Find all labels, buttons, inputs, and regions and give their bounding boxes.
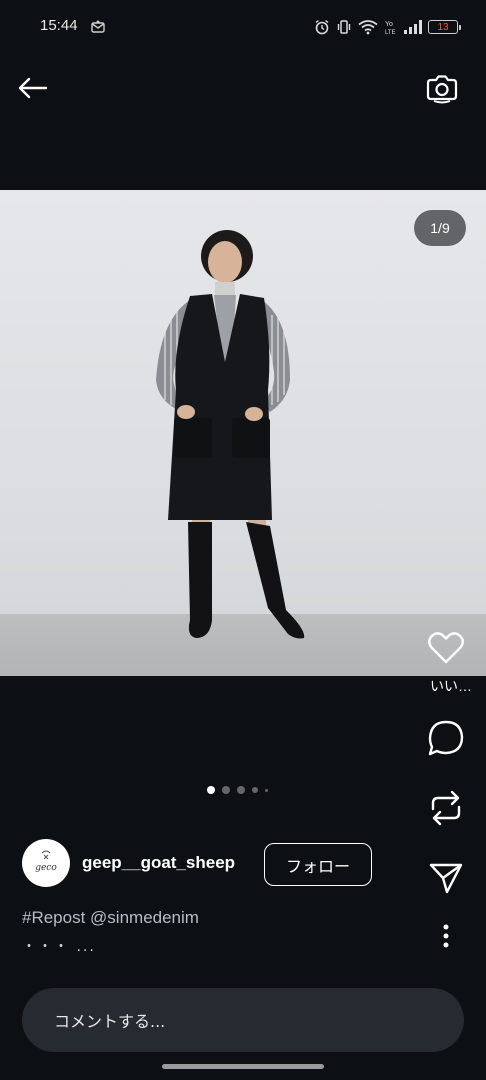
post-caption[interactable]: #Repost @sinmedenim bbox=[22, 908, 199, 928]
like-button[interactable] bbox=[424, 626, 468, 670]
arrow-left-icon bbox=[18, 77, 48, 99]
comment-input[interactable]: コメントする... bbox=[22, 988, 464, 1052]
battery-level: 13 bbox=[437, 21, 449, 33]
status-bar: 15:44 Yo LTE 13 bbox=[0, 0, 486, 56]
share-icon bbox=[429, 863, 463, 894]
more-vertical-icon bbox=[443, 924, 449, 948]
carousel-dot bbox=[222, 786, 230, 794]
camera-rotate-icon bbox=[426, 75, 458, 104]
author-username[interactable]: geep__goat_sheep bbox=[82, 853, 235, 873]
caption-more[interactable]: ・・・ ... bbox=[22, 936, 96, 956]
carousel-indicator bbox=[207, 785, 268, 795]
battery-icon: 13 bbox=[428, 20, 461, 34]
carousel-dot bbox=[265, 788, 268, 792]
alarm-icon bbox=[314, 19, 330, 35]
like-label[interactable]: いい… bbox=[430, 676, 472, 696]
avatar[interactable]: geco bbox=[22, 839, 70, 887]
repost-icon bbox=[431, 790, 461, 826]
mail-notification-icon bbox=[90, 19, 106, 35]
volte-icon: Yo LTE bbox=[384, 18, 398, 36]
follow-button[interactable]: フォロー bbox=[264, 843, 372, 886]
vibrate-icon bbox=[336, 19, 352, 35]
wifi-icon bbox=[358, 19, 378, 35]
status-time: 15:44 bbox=[40, 17, 78, 34]
comment-placeholder: コメントする... bbox=[54, 1012, 166, 1031]
heart-icon bbox=[428, 632, 464, 664]
post-photo[interactable]: 1/9 bbox=[0, 190, 486, 676]
camera-button[interactable] bbox=[422, 68, 462, 108]
signal-icon bbox=[404, 20, 422, 34]
home-indicator[interactable] bbox=[162, 1064, 324, 1069]
carousel-dot bbox=[252, 787, 258, 793]
more-button[interactable] bbox=[424, 916, 468, 956]
carousel-dot bbox=[237, 786, 245, 794]
carousel-dot bbox=[207, 786, 215, 794]
model-figure bbox=[156, 230, 305, 639]
comment-button[interactable] bbox=[424, 716, 468, 760]
avatar-logo-text: geco bbox=[35, 863, 57, 873]
status-icons: Yo LTE 13 bbox=[314, 16, 461, 38]
author-row[interactable]: geco geep__goat_sheep bbox=[22, 839, 235, 887]
svg-text:Yo: Yo bbox=[385, 21, 393, 28]
comment-icon bbox=[428, 720, 464, 756]
photo-counter: 1/9 bbox=[414, 210, 466, 246]
svg-text:LTE: LTE bbox=[385, 30, 396, 36]
share-button[interactable] bbox=[424, 856, 468, 900]
repost-button[interactable] bbox=[424, 786, 468, 830]
back-button[interactable] bbox=[14, 70, 50, 106]
top-bar bbox=[0, 56, 486, 120]
